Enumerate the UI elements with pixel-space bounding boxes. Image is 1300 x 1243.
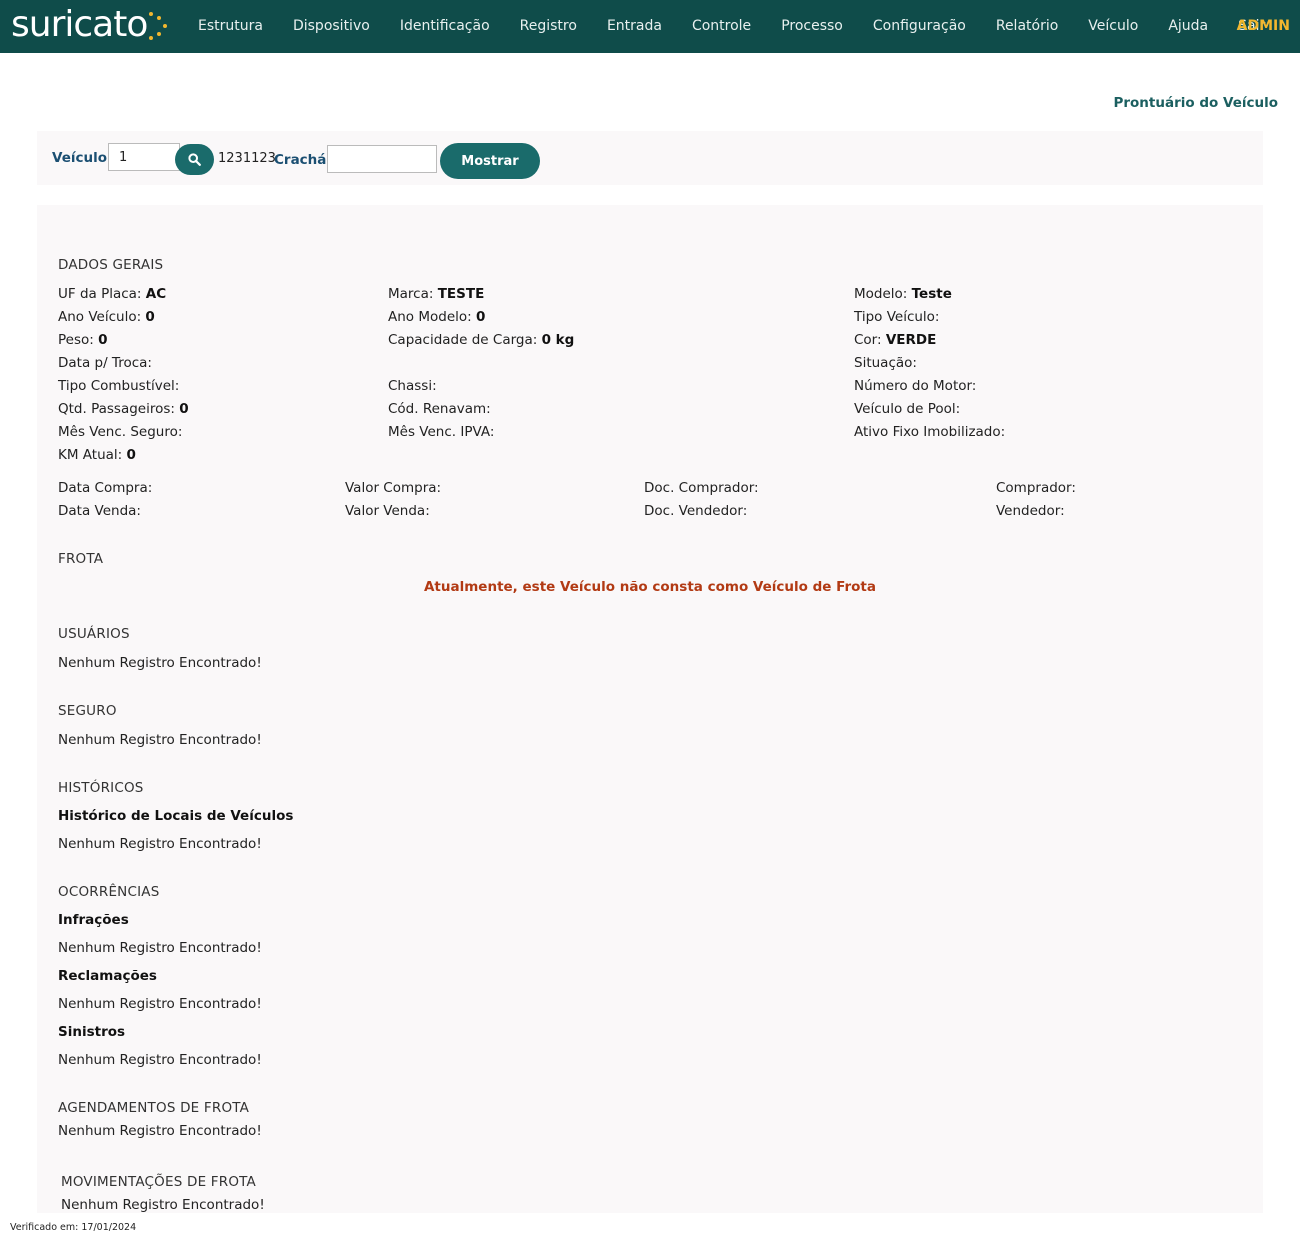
section-title-seguro: SEGURO bbox=[58, 703, 117, 719]
field-data-venda: Data Venda: bbox=[58, 503, 141, 519]
section-title-frota: FROTA bbox=[58, 551, 104, 567]
page-title: Prontuário do Veículo bbox=[1113, 95, 1278, 111]
section-title-agendamentos: AGENDAMENTOS DE FROTA bbox=[58, 1100, 250, 1116]
top-navbar: suricato Estrutura Dispositivo Identific… bbox=[0, 0, 1300, 53]
field-comprador: Comprador: bbox=[996, 480, 1076, 496]
field-doc-comprador: Doc. Comprador: bbox=[644, 480, 759, 496]
reclamacoes-empty-message: Nenhum Registro Encontrado! bbox=[58, 996, 262, 1012]
field-tipo-veiculo: Tipo Veículo: bbox=[854, 309, 940, 325]
menu-item-entrada[interactable]: Entrada bbox=[592, 0, 677, 53]
field-situacao: Situação: bbox=[854, 355, 917, 371]
field-doc-vendedor: Doc. Vendedor: bbox=[644, 503, 748, 519]
field-cod-renavam: Cód. Renavam: bbox=[388, 401, 491, 417]
menu-item-identificacao[interactable]: Identificação bbox=[385, 0, 505, 53]
field-numero-motor: Número do Motor: bbox=[854, 378, 977, 394]
section-title-usuarios: USUÁRIOS bbox=[58, 626, 130, 642]
menu-item-processo[interactable]: Processo bbox=[766, 0, 858, 53]
field-veiculo-pool: Veículo de Pool: bbox=[854, 401, 961, 417]
field-uf-placa: UF da Placa: AC bbox=[58, 286, 167, 302]
sinistros-heading: Sinistros bbox=[58, 1024, 126, 1040]
mostrar-button[interactable]: Mostrar bbox=[440, 143, 540, 179]
veiculo-input[interactable] bbox=[108, 143, 180, 171]
section-title-dados-gerais: DADOS GERAIS bbox=[58, 257, 164, 273]
menu-item-relatorio[interactable]: Relatório bbox=[981, 0, 1073, 53]
seguro-empty-message: Nenhum Registro Encontrado! bbox=[58, 732, 262, 748]
sinistros-empty-message: Nenhum Registro Encontrado! bbox=[58, 1052, 262, 1068]
field-valor-venda: Valor Venda: bbox=[345, 503, 430, 519]
field-mes-venc-seguro: Mês Venc. Seguro: bbox=[58, 424, 183, 440]
historico-locais-heading: Histórico de Locais de Veículos bbox=[58, 808, 294, 824]
menu-item-dispositivo[interactable]: Dispositivo bbox=[278, 0, 385, 53]
field-modelo: Modelo: Teste bbox=[854, 286, 952, 302]
search-panel: Veículo 1231123 Crachá Mostrar bbox=[37, 131, 1263, 185]
field-mes-venc-ipva: Mês Venc. IPVA: bbox=[388, 424, 495, 440]
search-button[interactable] bbox=[175, 144, 214, 175]
logo-dots-icon bbox=[145, 12, 171, 42]
menu-item-veiculo[interactable]: Veículo bbox=[1073, 0, 1153, 53]
field-ano-veiculo: Ano Veículo: 0 bbox=[58, 309, 155, 325]
frota-warning-message: Atualmente, este Veículo não consta como… bbox=[423, 579, 876, 595]
verification-footer: Verificado em: 17/01/2024 bbox=[10, 1222, 137, 1233]
user-admin-label[interactable]: ADMIN bbox=[1237, 0, 1290, 53]
search-icon bbox=[188, 153, 201, 166]
menu-item-controle[interactable]: Controle bbox=[677, 0, 766, 53]
cracha-label: Crachá bbox=[274, 152, 327, 168]
cracha-input[interactable] bbox=[327, 145, 437, 173]
field-ativo-fixo: Ativo Fixo Imobilizado: bbox=[854, 424, 1006, 440]
field-peso: Peso: 0 bbox=[58, 332, 108, 348]
section-title-historicos: HISTÓRICOS bbox=[58, 780, 144, 796]
field-vendedor: Vendedor: bbox=[996, 503, 1065, 519]
menu-item-configuracao[interactable]: Configuração bbox=[858, 0, 981, 53]
section-title-ocorrencias: OCORRÊNCIAS bbox=[58, 884, 160, 900]
field-data-compra: Data Compra: bbox=[58, 480, 153, 496]
menu-item-estrutura[interactable]: Estrutura bbox=[183, 0, 278, 53]
reclamacoes-heading: Reclamações bbox=[58, 968, 157, 984]
historicos-empty-message: Nenhum Registro Encontrado! bbox=[58, 836, 262, 852]
menu-item-registro[interactable]: Registro bbox=[505, 0, 592, 53]
menu-item-ajuda[interactable]: Ajuda bbox=[1153, 0, 1223, 53]
veiculo-label: Veículo bbox=[52, 150, 108, 166]
field-km-atual: KM Atual: 0 bbox=[58, 447, 136, 463]
infracoes-heading: Infrações bbox=[58, 912, 129, 928]
field-ano-modelo: Ano Modelo: 0 bbox=[388, 309, 486, 325]
main-menu: Estrutura Dispositivo Identificação Regi… bbox=[183, 0, 1280, 53]
veiculo-code: 1231123 bbox=[218, 151, 276, 166]
section-title-movimentacoes: MOVIMENTAÇÕES DE FROTA bbox=[61, 1174, 256, 1190]
field-valor-compra: Valor Compra: bbox=[345, 480, 442, 496]
field-tipo-combustivel: Tipo Combustível: bbox=[58, 378, 180, 394]
field-capacidade-carga: Capacidade de Carga: 0 kg bbox=[388, 332, 575, 348]
field-qtd-passageiros: Qtd. Passageiros: 0 bbox=[58, 401, 189, 417]
vehicle-record-panel: DADOS GERAIS UF da Placa: AC Ano Veículo… bbox=[37, 205, 1263, 1213]
field-data-troca: Data p/ Troca: bbox=[58, 355, 152, 371]
infracoes-empty-message: Nenhum Registro Encontrado! bbox=[58, 940, 262, 956]
movimentacoes-empty-message: Nenhum Registro Encontrado! bbox=[61, 1197, 265, 1213]
usuarios-empty-message: Nenhum Registro Encontrado! bbox=[58, 655, 262, 671]
agendamentos-empty-message: Nenhum Registro Encontrado! bbox=[58, 1123, 262, 1139]
field-cor: Cor: VERDE bbox=[854, 332, 937, 348]
field-marca: Marca: TESTE bbox=[388, 286, 485, 302]
suricato-logo[interactable]: suricato bbox=[11, 4, 148, 46]
field-chassi: Chassi: bbox=[388, 378, 437, 394]
